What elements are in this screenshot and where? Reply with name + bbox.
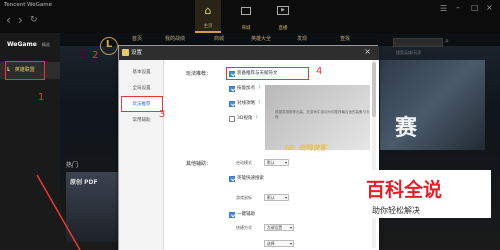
annotation-number-2: 2: [92, 50, 99, 61]
annotation-box-3: [121, 96, 163, 112]
option-one-click[interactable]: 一键辅助: [229, 210, 255, 219]
wegame-window: Tencent WeGame ‹ › ↻ ⌂ 主页 商城 ▶ 直播 ☰ – □ …: [0, 0, 500, 250]
annotation-box-4: [226, 67, 309, 80]
extra-dropdown[interactable]: 选择: [264, 240, 294, 247]
shortcut-dropdown[interactable]: 左键设置: [264, 224, 294, 231]
dialog-nav-basic[interactable]: 基本设置: [119, 66, 164, 80]
annotation-arrow-1: [36, 174, 81, 250]
option-quick-search[interactable]: 英雄快速搜索: [229, 174, 264, 183]
dialog-title-bar: 设置: [119, 46, 379, 60]
launch-mode-label: 启动模式: [236, 160, 252, 165]
option-skills[interactable]: 技能加点?: [229, 84, 260, 93]
checkbox-3d[interactable]: [229, 115, 235, 122]
shortcut-label: 快捷方式: [236, 225, 252, 230]
launch-mode-dropdown[interactable]: 默认: [264, 159, 289, 166]
dialog-title: 设置: [131, 50, 143, 56]
author-watermark: ID: 剑鸣侠客: [285, 144, 327, 152]
watermark-brand: 百科全说: [366, 179, 443, 201]
option-lane[interactable]: 对线攻略?: [229, 99, 260, 108]
option-one-click-label: 一键辅助: [237, 212, 255, 217]
dialog-nav-global[interactable]: 全局设置: [119, 82, 164, 96]
help-icon[interactable]: ?: [258, 84, 260, 93]
dialog-nav-assist[interactable]: 常用辅助: [119, 114, 164, 128]
watermark-sub: 助你轻松解决: [372, 206, 420, 215]
section-gameplay-label: 玩法推荐：: [186, 71, 212, 77]
preview-hint: 根据英雄推荐出装，在游戏中自动为你推荐最合适的装备与天赋: [275, 110, 370, 119]
checkbox-quick-search[interactable]: [229, 175, 235, 182]
help-icon[interactable]: ?: [255, 114, 257, 123]
dialog-close-icon[interactable]: ×: [364, 47, 371, 56]
option-3d-label: 3D视角: [237, 116, 253, 121]
dialog-nav: 基本设置 全局设置 玩法推荐 常用辅助: [119, 60, 164, 250]
annotation-number-3: 3: [159, 109, 166, 120]
checkbox-skills[interactable]: [229, 85, 235, 92]
option-3d[interactable]: 3D视角?: [229, 114, 258, 123]
option-lane-label: 对线攻略: [237, 101, 255, 106]
game-mouse-label: 游戏鼠标: [236, 195, 252, 200]
dialog-scroll-thumb[interactable]: [372, 62, 376, 117]
section-other-label: 其他辅助：: [186, 161, 212, 167]
annotation-number-4: 4: [316, 66, 323, 77]
help-icon[interactable]: ?: [258, 99, 260, 108]
checkbox-lane[interactable]: [229, 100, 235, 107]
checkbox-one-click[interactable]: [229, 211, 235, 218]
option-quick-search-label: 英雄快速搜索: [237, 176, 264, 181]
game-mouse-dropdown[interactable]: 默认: [264, 194, 289, 201]
settings-icon: [122, 49, 129, 56]
option-skills-label: 技能加点: [237, 86, 255, 91]
